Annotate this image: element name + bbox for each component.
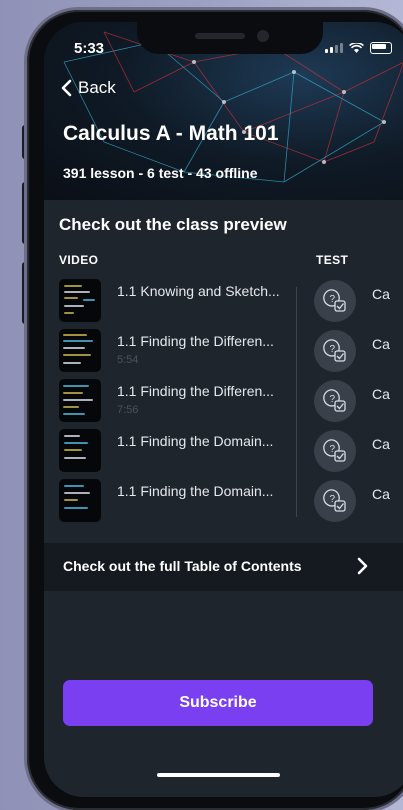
test-list-item[interactable]: ? Ca bbox=[314, 380, 403, 424]
course-header: 5:33 Back Calculus A - Math 101 391 less… bbox=[44, 22, 403, 200]
video-list-item[interactable]: 1.1 Finding the Domain... bbox=[59, 479, 289, 523]
test-list-item[interactable]: ? Ca bbox=[314, 280, 403, 324]
subscribe-button[interactable]: Subscribe bbox=[63, 680, 373, 726]
test-list-item[interactable]: ? Ca bbox=[314, 430, 403, 474]
back-button[interactable]: Back bbox=[60, 78, 116, 98]
home-indicator[interactable] bbox=[157, 773, 280, 777]
speaker-grille bbox=[195, 33, 245, 39]
video-list-item[interactable]: 1.1 Finding the Differen... 5:54 bbox=[59, 329, 289, 373]
video-column-header: VIDEO bbox=[59, 253, 99, 267]
front-camera bbox=[257, 30, 269, 42]
video-title: 1.1 Finding the Differen... bbox=[117, 333, 274, 349]
cellular-signal-icon bbox=[325, 43, 343, 53]
quiz-question-check-icon: ? bbox=[314, 480, 356, 522]
course-title: Calculus A - Math 101 bbox=[63, 122, 279, 145]
video-thumbnail bbox=[59, 379, 101, 422]
video-duration: 7:56 bbox=[117, 404, 139, 416]
video-thumbnail bbox=[59, 329, 101, 372]
test-title: Ca bbox=[372, 336, 390, 352]
video-duration: 5:54 bbox=[117, 354, 139, 366]
video-title: 1.1 Finding the Domain... bbox=[117, 433, 274, 449]
video-list-item[interactable]: 1.1 Finding the Domain... bbox=[59, 429, 289, 473]
chevron-right-icon bbox=[357, 557, 368, 575]
status-time: 5:33 bbox=[74, 40, 105, 57]
preview-heading: Check out the class preview bbox=[59, 215, 287, 234]
video-thumbnail bbox=[59, 279, 101, 322]
test-title: Ca bbox=[372, 286, 390, 302]
quiz-question-check-icon: ? bbox=[314, 330, 356, 372]
quiz-question-check-icon: ? bbox=[314, 380, 356, 422]
chevron-left-icon bbox=[61, 79, 72, 97]
video-thumbnail bbox=[59, 429, 101, 472]
quiz-question-check-icon: ? bbox=[314, 280, 356, 322]
table-of-contents-link[interactable]: Check out the full Table of Contents bbox=[44, 543, 403, 591]
video-title: 1.1 Finding the Domain... bbox=[117, 483, 274, 499]
test-list-item[interactable]: ? Ca bbox=[314, 480, 403, 524]
column-divider bbox=[296, 287, 297, 517]
wifi-icon bbox=[349, 42, 364, 53]
course-summary: 391 lesson - 6 test - 43 offline bbox=[63, 165, 258, 181]
back-label: Back bbox=[78, 78, 116, 97]
test-title: Ca bbox=[372, 436, 390, 452]
app-screen: 5:33 Back Calculus A - Math 101 391 less… bbox=[44, 22, 403, 797]
battery-icon bbox=[370, 42, 392, 54]
status-icons bbox=[325, 42, 392, 54]
test-title: Ca bbox=[372, 386, 390, 402]
video-list-item[interactable]: 1.1 Knowing and Sketch... bbox=[59, 279, 289, 323]
test-list-item[interactable]: ? Ca bbox=[314, 330, 403, 374]
quiz-question-check-icon: ? bbox=[314, 430, 356, 472]
video-title: 1.1 Finding the Differen... bbox=[117, 383, 274, 399]
video-title: 1.1 Knowing and Sketch... bbox=[117, 283, 280, 299]
test-column-header: TEST bbox=[316, 253, 349, 267]
toc-label: Check out the full Table of Contents bbox=[63, 558, 302, 574]
video-thumbnail bbox=[59, 479, 101, 522]
test-title: Ca bbox=[372, 486, 390, 502]
device-notch bbox=[137, 22, 323, 54]
video-list-item[interactable]: 1.1 Finding the Differen... 7:56 bbox=[59, 379, 289, 423]
